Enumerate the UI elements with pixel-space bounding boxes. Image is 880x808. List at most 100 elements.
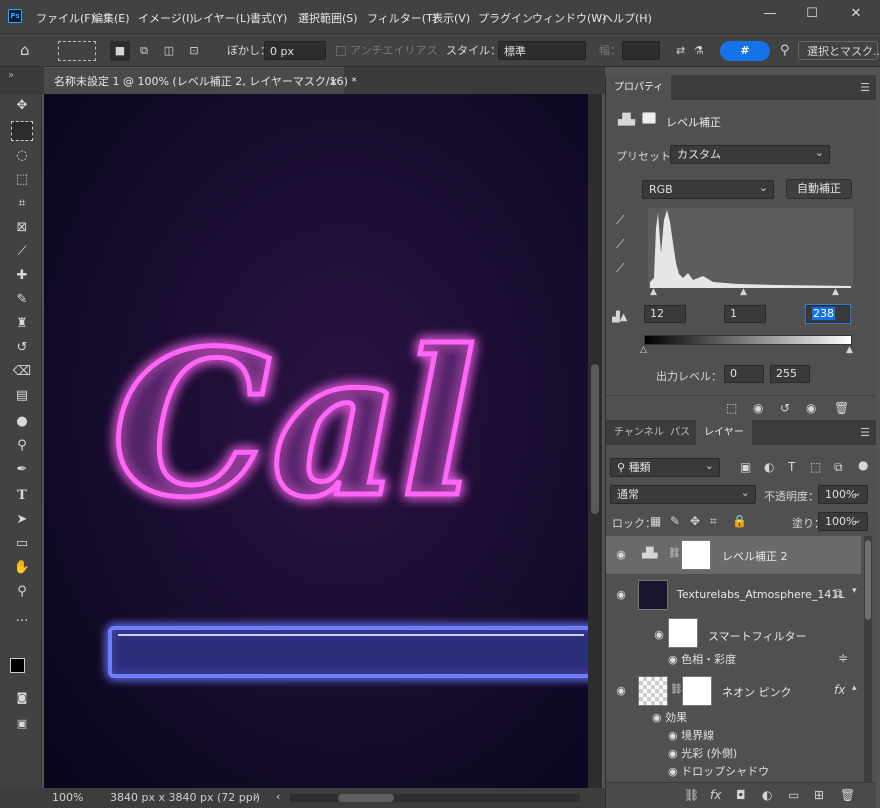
menu-edit[interactable]: 編集(E) bbox=[92, 10, 130, 26]
effect-row-drop-shadow[interactable]: ◉ ドロップシャドウ bbox=[668, 763, 769, 781]
black-eyedropper-icon[interactable]: ⟋ bbox=[616, 213, 624, 228]
expand-arrow-icon[interactable]: ▾ bbox=[852, 586, 857, 596]
menu-layer[interactable]: レイヤー(L) bbox=[192, 10, 250, 26]
visibility-icon[interactable]: ◉ bbox=[806, 401, 816, 415]
input-black-field[interactable]: 12 bbox=[644, 305, 686, 323]
collapse-toolbar-icon[interactable]: » bbox=[8, 70, 14, 81]
clip-warning-icon[interactable]: ▟▲ bbox=[612, 312, 627, 323]
reset-icon[interactable]: ↺ bbox=[780, 401, 790, 415]
history-brush-tool-icon[interactable]: ↺ bbox=[11, 338, 33, 358]
menu-help[interactable]: ヘルプ(H) bbox=[602, 10, 652, 26]
add-style-icon[interactable]: fx bbox=[710, 788, 721, 802]
status-arrow-icon[interactable]: › bbox=[254, 790, 258, 803]
auto-button[interactable]: 自動補正 bbox=[786, 179, 852, 199]
tab-properties[interactable]: プロパティ bbox=[606, 75, 672, 100]
filter-type-icon[interactable]: T bbox=[788, 460, 795, 474]
frame-tool-icon[interactable]: ⊠ bbox=[11, 218, 33, 238]
gray-eyedropper-icon[interactable]: ⟋ bbox=[616, 237, 624, 252]
scroll-thumb[interactable] bbox=[591, 364, 599, 514]
more-tools-icon[interactable]: … bbox=[11, 608, 33, 628]
document-tab[interactable]: 名称未設定 1 @ 100% (レベル補正 2, レイヤーマスク/16) * × bbox=[44, 67, 357, 94]
effect-row-stroke[interactable]: ◉ 境界線 bbox=[668, 727, 714, 745]
opacity-field[interactable]: 100% bbox=[818, 484, 868, 504]
menu-plugins[interactable]: プラグイン bbox=[478, 10, 533, 26]
eye-icon[interactable]: ◉ bbox=[668, 653, 681, 666]
vector-mask-thumbnail[interactable] bbox=[682, 676, 712, 706]
eye-icon[interactable]: ◉ bbox=[614, 548, 628, 562]
minimize-icon[interactable]: — bbox=[760, 6, 780, 21]
clip-to-layer-icon[interactable]: ⬚ bbox=[726, 401, 737, 415]
lock-artboard-icon[interactable]: ⌗ bbox=[710, 514, 717, 529]
home-icon[interactable]: ⌂ bbox=[20, 41, 30, 60]
hscroll-thumb[interactable] bbox=[338, 794, 394, 802]
flask-icon[interactable]: ⚗ bbox=[694, 41, 704, 60]
layer-mask-thumbnail[interactable] bbox=[681, 540, 711, 570]
expand-arrow-icon[interactable]: ▴ bbox=[852, 683, 857, 693]
crop-tool-icon[interactable]: ⌗ bbox=[11, 194, 33, 214]
new-selection-icon[interactable]: ■ bbox=[110, 41, 130, 61]
output-black-field[interactable]: 0 bbox=[724, 365, 764, 383]
filter-kind-select[interactable]: ⚲ 種類 bbox=[610, 457, 720, 477]
new-layer-icon[interactable]: ⊞ bbox=[814, 788, 824, 802]
eye-icon[interactable]: ◉ bbox=[652, 711, 665, 724]
panel-menu-icon[interactable]: ☰ bbox=[860, 81, 870, 94]
document-canvas[interactable]: Cal bbox=[44, 94, 588, 788]
feather-input[interactable]: 0 px bbox=[264, 41, 326, 60]
input-white-slider[interactable]: ▲ bbox=[832, 287, 839, 297]
select-and-mask-button[interactable]: 選択とマスク... bbox=[798, 41, 880, 60]
new-adjustment-icon[interactable]: ◐ bbox=[762, 788, 772, 802]
tab-paths[interactable]: パス bbox=[662, 420, 698, 445]
screen-mode-icon[interactable]: ▣ bbox=[11, 714, 33, 734]
filter-shape-icon[interactable]: ⬚ bbox=[810, 460, 821, 474]
healing-brush-tool-icon[interactable]: ✚ bbox=[11, 266, 33, 286]
input-white-field[interactable]: 238 bbox=[805, 304, 851, 324]
eye-icon[interactable]: ◉ bbox=[668, 747, 681, 760]
quick-mask-icon[interactable]: ◙ bbox=[11, 688, 33, 708]
menu-filter[interactable]: フィルター(T) bbox=[367, 10, 437, 26]
width-input[interactable] bbox=[622, 41, 660, 60]
object-select-tool-icon[interactable]: ⬚ bbox=[11, 170, 33, 190]
menu-type[interactable]: 書式(Y) bbox=[250, 10, 287, 26]
rectangle-tool-icon[interactable]: ▭ bbox=[11, 534, 33, 554]
layer-thumbnail[interactable] bbox=[638, 676, 668, 706]
eye-icon[interactable]: ◉ bbox=[668, 729, 681, 742]
link-icon[interactable]: ⛓ bbox=[668, 548, 681, 559]
eye-icon[interactable]: ◉ bbox=[614, 588, 628, 602]
style-select[interactable]: 標準 bbox=[498, 41, 586, 60]
stamp-tool-icon[interactable]: ♜ bbox=[11, 314, 33, 334]
layers-menu-icon[interactable]: ☰ bbox=[860, 426, 870, 439]
intersect-selection-icon[interactable]: ⊡ bbox=[185, 41, 203, 60]
marquee-tool-icon[interactable] bbox=[11, 121, 33, 141]
canvas-horizontal-scrollbar[interactable] bbox=[290, 794, 580, 802]
search-icon[interactable]: ⚲ bbox=[780, 41, 790, 60]
layer-mask-icon[interactable] bbox=[642, 112, 656, 124]
eye-icon[interactable]: ◉ bbox=[668, 765, 681, 778]
effect-row-outer-glow[interactable]: ◉ 光彩 (外側) bbox=[668, 745, 737, 763]
gradient-tool-icon[interactable]: ▤ bbox=[11, 386, 33, 406]
canvas-vertical-scrollbar[interactable] bbox=[588, 94, 602, 788]
channel-select[interactable]: RGB bbox=[642, 179, 774, 199]
lock-all-icon[interactable]: 🔒 bbox=[732, 514, 747, 528]
link-icon[interactable]: ⛓ bbox=[670, 684, 683, 695]
lock-transparency-icon[interactable]: ▦ bbox=[650, 514, 661, 528]
link-layers-icon[interactable]: ⛓ bbox=[684, 788, 699, 802]
pen-tool-icon[interactable]: ✒ bbox=[11, 460, 33, 480]
fill-field[interactable]: 100% bbox=[818, 511, 868, 531]
delete-adjustment-icon[interactable]: 🗑 bbox=[834, 401, 849, 415]
move-tool-icon[interactable]: ✥ bbox=[11, 96, 33, 116]
eye-icon[interactable]: ◉ bbox=[614, 684, 628, 698]
fx-icon[interactable]: fx bbox=[834, 683, 845, 697]
layers-scroll-thumb[interactable] bbox=[865, 540, 871, 620]
brush-tool-icon[interactable]: ✎ bbox=[11, 290, 33, 310]
blur-tool-icon[interactable]: ● bbox=[11, 412, 33, 432]
menu-file[interactable]: ファイル(F) bbox=[36, 10, 95, 26]
filter-toggle-icon[interactable]: ● bbox=[858, 458, 868, 472]
eyedropper-tool-icon[interactable]: ⟋ bbox=[11, 242, 33, 262]
share-toggle[interactable]: # bbox=[720, 41, 770, 61]
layers-scrollbar[interactable] bbox=[864, 536, 872, 786]
layer-thumbnail[interactable] bbox=[638, 580, 668, 610]
eraser-tool-icon[interactable]: ⌫ bbox=[11, 362, 33, 382]
foreground-color-swatch[interactable] bbox=[10, 658, 25, 673]
lock-pixels-icon[interactable]: ✎ bbox=[670, 514, 680, 528]
maximize-icon[interactable]: ☐ bbox=[802, 6, 822, 21]
